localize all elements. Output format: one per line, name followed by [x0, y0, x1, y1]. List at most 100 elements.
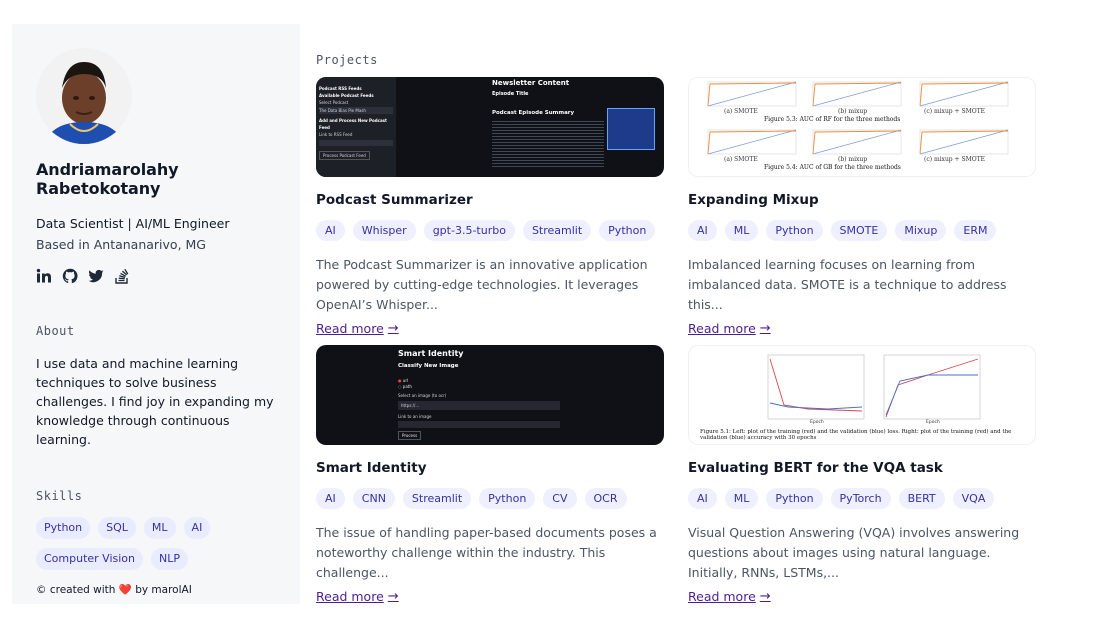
project-description: The issue of handling paper-based docume…	[316, 525, 657, 580]
skill-chip: ML	[143, 517, 176, 539]
thumb-text: Figure 5.4: AUC of GB for the three meth…	[764, 164, 901, 171]
thumb-input	[398, 421, 560, 428]
tag-chip: CNN	[352, 488, 395, 509]
tag-chip: AI	[316, 488, 345, 509]
thumb-text: (c) mixup + SMOTE	[924, 156, 986, 163]
project-card: (a) SMOTE (b) mixup (c) mixup + SMOTE Fi…	[688, 77, 1036, 337]
thumb-text: (b) mixup	[838, 156, 868, 163]
tag-chip: AI	[316, 220, 345, 241]
thumb-text-lines	[492, 119, 604, 167]
tag-chip: Python	[766, 488, 823, 509]
tag-chip: OCR	[584, 488, 627, 509]
arrow-right-icon: →	[759, 321, 771, 336]
thumb-text: Newsletter Content	[492, 79, 570, 87]
stackoverflow-icon[interactable]	[114, 268, 130, 284]
skills-list: Python SQL ML AI Computer Vision NLP	[36, 517, 276, 570]
read-more-link[interactable]: Read more →	[688, 321, 771, 336]
thumb-text: url	[402, 378, 409, 383]
tag-chip: Whisper	[352, 220, 416, 241]
tag-chip: SMOTE	[830, 220, 888, 241]
read-more-link[interactable]: Read more →	[316, 589, 399, 604]
tag-chip: Python	[479, 488, 536, 509]
arrow-right-icon: →	[759, 589, 771, 604]
read-more-label: Read more	[688, 589, 756, 604]
tag-chip: PyTorch	[830, 488, 891, 509]
thumb-radio-group: ● url ○ path	[398, 378, 412, 389]
tag-chip: ERM	[954, 220, 997, 241]
thumb-input: https://...	[398, 401, 560, 410]
skill-chip: AI	[183, 517, 211, 539]
twitter-icon[interactable]	[88, 268, 104, 284]
project-card: Podcast RSS Feeds Available Podcast Feed…	[316, 77, 664, 337]
skill-chip: Python	[36, 517, 91, 539]
thumb-input	[319, 140, 393, 146]
github-icon[interactable]	[62, 268, 78, 284]
thumb-text: The Data Bias Pie Mash	[319, 107, 393, 114]
thumb-text: Link to RSS Feed	[319, 132, 353, 137]
thumb-cover-art	[607, 108, 655, 150]
tag-chip: ML	[724, 220, 759, 241]
avatar	[36, 48, 132, 144]
tag-chip: Streamlit	[402, 488, 472, 509]
tag-chip: Mixup	[895, 220, 947, 241]
thumb-text: (a) SMOTE	[724, 108, 758, 115]
project-thumbnail[interactable]: (a) SMOTE (b) mixup (c) mixup + SMOTE Fi…	[688, 77, 1036, 177]
read-more-label: Read more	[316, 589, 384, 604]
profile-sidebar: Andriamarolahy Rabetokotany Data Scienti…	[12, 24, 300, 604]
thumb-text: Classify New Image	[398, 363, 459, 369]
project-title[interactable]: Evaluating BERT for the VQA task	[688, 460, 1036, 476]
project-title[interactable]: Expanding Mixup	[688, 192, 1036, 208]
project-title[interactable]: Smart Identity	[316, 460, 664, 476]
about-text: I use data and machine learning techniqu…	[36, 356, 274, 447]
read-more-link[interactable]: Read more →	[688, 589, 771, 604]
thumb-text: Figure 5.3: AUC of RF for the three meth…	[764, 116, 901, 123]
read-more-label: Read more	[688, 321, 756, 336]
thumb-text: Figure 5.1: Left: plot of the training (…	[700, 429, 1012, 441]
footer-credit: © created with ❤️ by marolAI	[36, 583, 192, 596]
thumb-text: path	[402, 384, 412, 389]
thumb-text: Epoch	[810, 420, 824, 425]
thumb-text: Process	[398, 431, 422, 440]
tag-chip: CV	[543, 488, 577, 509]
project-card: Epoch Epoch Figure 5.1: Left: plot of th…	[688, 345, 1036, 605]
project-thumbnail[interactable]: Epoch Epoch Figure 5.1: Left: plot of th…	[688, 345, 1036, 445]
about-heading: About	[36, 324, 75, 338]
read-more-link[interactable]: Read more →	[316, 321, 399, 336]
arrow-right-icon: →	[387, 321, 399, 336]
profile-role: Data Scientist | AI/ML Engineer	[36, 216, 230, 231]
skill-chip: SQL	[98, 517, 136, 539]
arrow-right-icon: →	[387, 589, 399, 604]
projects-heading: Projects	[316, 53, 378, 67]
project-thumbnail[interactable]: Podcast RSS Feeds Available Podcast Feed…	[316, 77, 664, 177]
project-thumbnail[interactable]: Smart Identity Classify New Image ● url …	[316, 345, 664, 445]
thumb-text: (b) mixup	[838, 108, 868, 115]
project-description: The Podcast Summarizer is an innovative …	[316, 257, 648, 312]
project-description: Imbalanced learning focuses on learning …	[688, 257, 1007, 312]
tag-chip: gpt-3.5-turbo	[423, 220, 515, 241]
thumb-text: Smart Identity	[398, 349, 464, 358]
project-tags: AI Whisper gpt-3.5-turbo Streamlit Pytho…	[316, 220, 664, 241]
thumb-text: Link to an image	[398, 414, 432, 419]
tag-chip: Streamlit	[522, 220, 592, 241]
thumb-text: Select an image (to ocr)	[398, 393, 447, 398]
thumb-text: Process Podcast Feed	[319, 151, 370, 160]
project-card: Smart Identity Classify New Image ● url …	[316, 345, 664, 605]
thumb-text: Available Podcast Feeds	[319, 93, 374, 98]
tag-chip: AI	[688, 220, 717, 241]
project-tags: AI CNN Streamlit Python CV OCR	[316, 488, 664, 509]
thumb-text: (c) mixup + SMOTE	[924, 108, 986, 115]
heart-icon: ❤️	[118, 584, 132, 596]
thumb-sidebar: Podcast RSS Feeds Available Podcast Feed…	[316, 77, 396, 177]
project-title[interactable]: Podcast Summarizer	[316, 192, 664, 208]
thumb-text: Episode Title	[492, 91, 529, 97]
profile-name: Andriamarolahy Rabetokotany	[36, 160, 179, 198]
footer-prefix: © created with	[36, 584, 116, 596]
tag-chip: VQA	[952, 488, 995, 509]
footer-suffix: by marolAI	[135, 584, 192, 596]
skills-heading: Skills	[36, 489, 83, 503]
linkedin-icon[interactable]	[36, 268, 52, 284]
profile-location: Based in Antananarivo, MG	[36, 237, 206, 252]
project-description: Visual Question Answering (VQA) involves…	[688, 525, 1020, 580]
tag-chip: ML	[724, 488, 759, 509]
thumb-text: Podcast Episode Summary	[492, 110, 575, 116]
